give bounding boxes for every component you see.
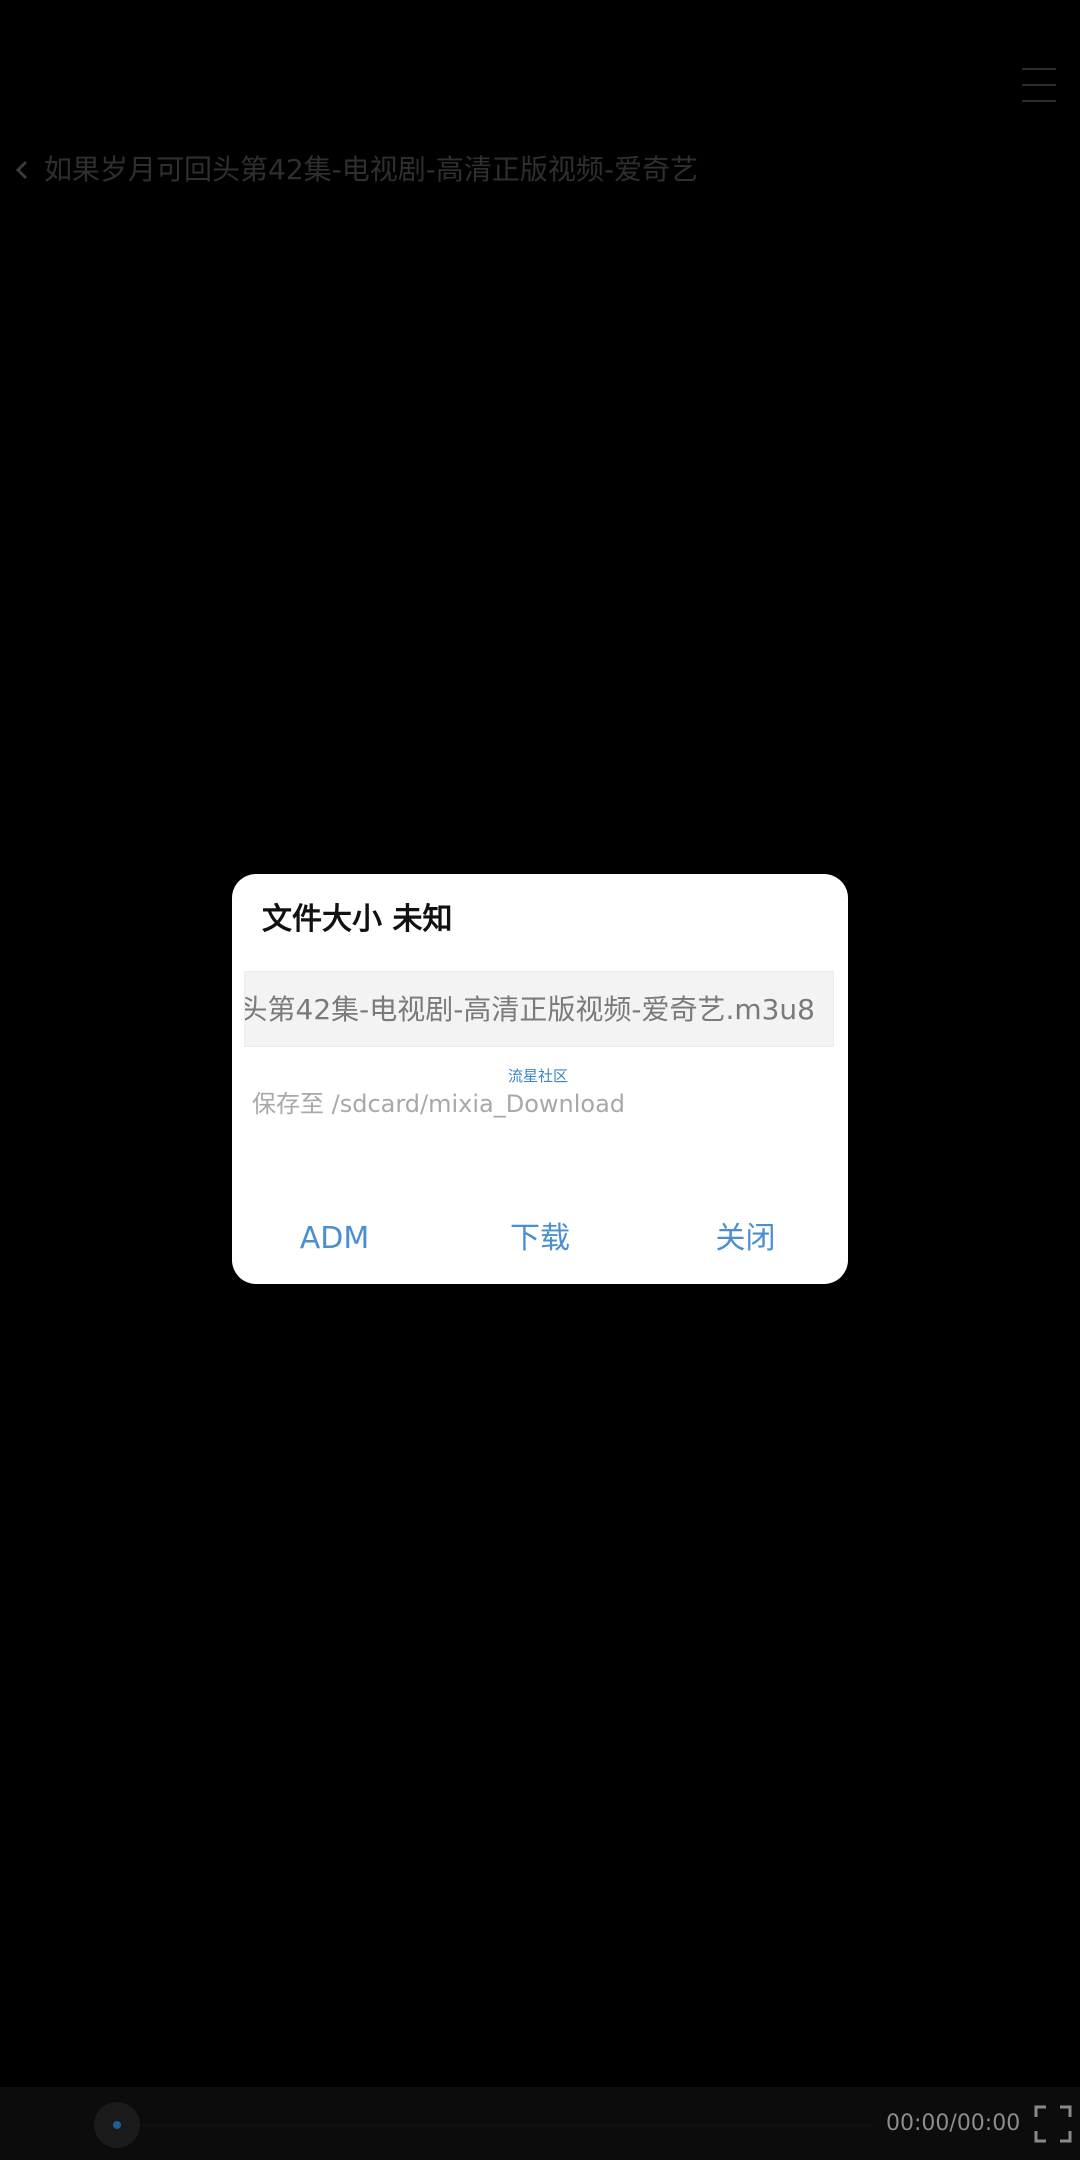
adm-button[interactable]: ADM (232, 1204, 437, 1274)
close-button[interactable]: 关闭 (643, 1204, 848, 1274)
dialog-title: 文件大小 未知 (262, 902, 453, 937)
hamburger-menu-icon (1022, 68, 1056, 102)
save-path-text[interactable]: 保存至 /sdcard/mixia_Download (252, 1086, 625, 1122)
filename-value: 如果岁月可回头第42集-电视剧-高清正版视频-爱奇艺.m3u8 (245, 993, 815, 1026)
video-title: 如果岁月可回头第42集-电视剧-高清正版视频-爱奇艺 (44, 153, 698, 186)
download-dialog: 文件大小 未知 如果岁月可回头第42集-电视剧-高清正版视频-爱奇艺.m3u8 … (232, 874, 848, 1284)
playback-time: 00:00/00:00 (886, 2111, 1021, 2136)
fullscreen-icon (1034, 2105, 1072, 2143)
seek-thumb-dot (113, 2121, 121, 2129)
seek-bar[interactable] (140, 2124, 870, 2126)
menu-button[interactable] (1010, 64, 1068, 106)
chevron-left-icon (15, 160, 28, 180)
dialog-button-row: ADM 下载 关闭 (232, 1204, 848, 1274)
title-bar: 如果岁月可回头第42集-电视剧-高清正版视频-爱奇艺 (0, 140, 1080, 200)
filename-field[interactable]: 如果岁月可回头第42集-电视剧-高清正版视频-爱奇艺.m3u8 (244, 971, 834, 1047)
seek-thumb[interactable] (94, 2102, 140, 2148)
video-player-screen: 如果岁月可回头第42集-电视剧-高清正版视频-爱奇艺 文件大小 未知 如果岁月可… (0, 0, 1080, 2160)
player-control-bar: 00:00/00:00 (0, 2087, 1080, 2160)
back-button[interactable] (0, 140, 44, 200)
fullscreen-button[interactable] (1034, 2105, 1072, 2143)
watermark-text: 流星社区 (508, 1067, 569, 1085)
download-button[interactable]: 下载 (438, 1204, 643, 1274)
